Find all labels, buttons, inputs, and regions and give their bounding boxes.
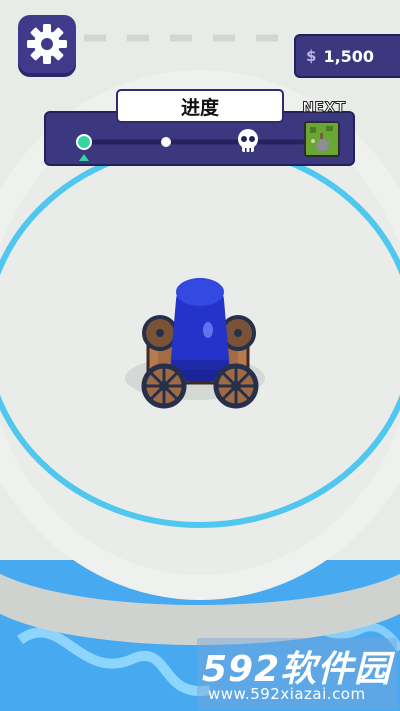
watermark-url: www.592xiazai.com (208, 685, 366, 703)
skull-icon (238, 129, 258, 152)
castle-thumbnail (306, 123, 338, 155)
back-left-wheel (142, 315, 178, 351)
currency-symbol: $ (306, 47, 317, 65)
front-left-wheel (141, 363, 187, 409)
progress-node-current (76, 134, 92, 150)
settings-button[interactable] (18, 15, 76, 73)
front-right-wheel (213, 363, 259, 409)
progress-title: 进度 (116, 89, 284, 123)
coin-amount: 1,500 (323, 46, 375, 66)
triangle-up-icon (79, 154, 89, 161)
gear-icon (27, 24, 67, 64)
progress-node-mid (161, 137, 171, 147)
next-label: NEXT (302, 100, 346, 117)
next-level-thumbnail (304, 121, 340, 157)
coin-counter: $ 1,500 (294, 34, 400, 78)
